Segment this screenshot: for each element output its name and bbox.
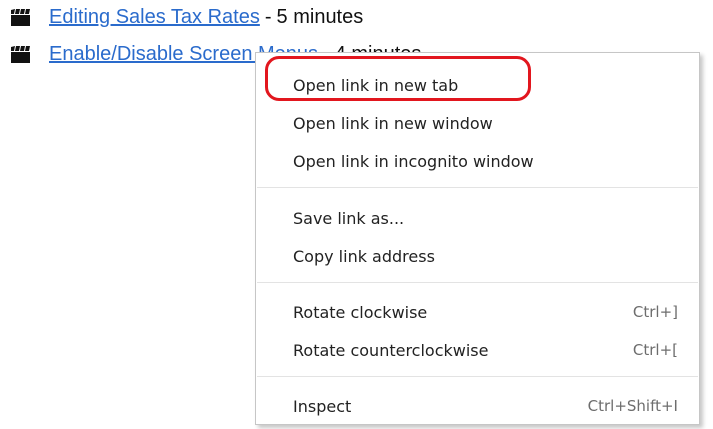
- menu-item-copy-link-address[interactable]: Copy link address: [256, 239, 699, 273]
- context-menu: Open link in new tab Open link in new wi…: [255, 52, 700, 425]
- menu-item-label: Copy link address: [293, 246, 435, 266]
- menu-item-open-link-new-tab[interactable]: Open link in new tab: [256, 68, 699, 102]
- menu-item-rotate-counterclockwise[interactable]: Rotate counterclockwise Ctrl+[: [256, 333, 699, 367]
- menu-item-open-link-new-window[interactable]: Open link in new window: [256, 106, 699, 140]
- video-link-editing-sales-tax-rates[interactable]: Editing Sales Tax Rates: [49, 6, 260, 29]
- menu-item-shortcut: Ctrl+[: [632, 341, 678, 359]
- menu-item-shortcut: Ctrl+]: [632, 303, 678, 321]
- menu-item-label: Save link as...: [293, 208, 405, 228]
- menu-separator: [257, 282, 698, 283]
- menu-item-label: Rotate counterclockwise: [293, 340, 489, 360]
- menu-separator: [257, 376, 698, 377]
- video-duration: 5 minutes: [276, 5, 364, 28]
- menu-item-inspect[interactable]: Inspect Ctrl+Shift+I: [256, 389, 699, 423]
- menu-item-shortcut: Ctrl+Shift+I: [587, 397, 678, 415]
- clapperboard-icon: [11, 8, 30, 26]
- menu-item-label: Open link in new window: [293, 113, 493, 133]
- clapperboard-icon: [11, 45, 30, 63]
- menu-item-label: Inspect: [293, 396, 352, 416]
- video-list-item: Editing Sales Tax Rates - 5 minutes: [11, 3, 363, 31]
- menu-item-label: Open link in incognito window: [293, 151, 534, 171]
- menu-item-save-link-as[interactable]: Save link as...: [256, 201, 699, 235]
- menu-item-rotate-clockwise[interactable]: Rotate clockwise Ctrl+]: [256, 295, 699, 329]
- menu-item-label: Open link in new tab: [293, 75, 459, 95]
- menu-separator: [257, 187, 698, 188]
- video-separator: -: [264, 5, 272, 28]
- menu-item-label: Rotate clockwise: [293, 302, 428, 322]
- menu-item-open-link-incognito-window[interactable]: Open link in incognito window: [256, 144, 699, 178]
